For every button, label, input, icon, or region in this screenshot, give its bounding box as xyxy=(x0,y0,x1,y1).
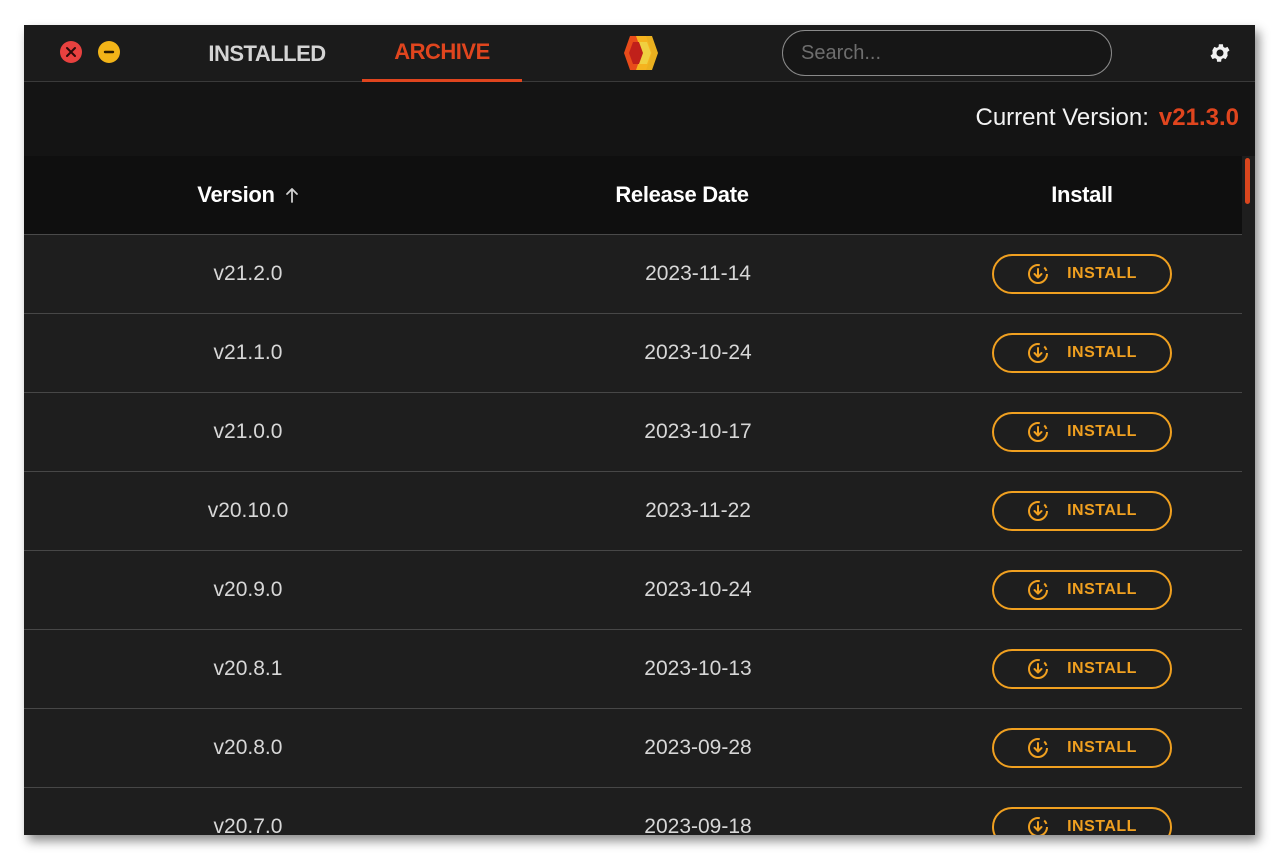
install-cell: INSTALL xyxy=(892,630,1255,708)
table-row: v20.7.0 2023-09-18 INSTALL xyxy=(24,788,1242,835)
release-date-cell: 2023-10-17 xyxy=(644,420,752,443)
release-date-cell: 2023-09-18 xyxy=(644,815,752,835)
install-button-label: INSTALL xyxy=(1067,739,1137,756)
app-logo xyxy=(624,36,658,70)
close-icon xyxy=(66,47,76,57)
release-date-cell: 2023-09-28 xyxy=(644,736,752,759)
table-row: v20.8.1 2023-10-13 INSTALL xyxy=(24,630,1242,709)
version-strip: Current Version: v21.3.0 xyxy=(24,82,1255,156)
version-cell: v21.1.0 xyxy=(213,341,283,364)
tab-archive[interactable]: ARCHIVE xyxy=(362,25,522,82)
table-row: v20.8.0 2023-09-28 INSTALL xyxy=(24,709,1242,788)
install-button[interactable]: INSTALL xyxy=(992,491,1172,531)
version-cell: v20.9.0 xyxy=(213,578,283,601)
version-cell: v21.0.0 xyxy=(213,420,283,443)
release-date-cell: 2023-11-14 xyxy=(645,262,751,285)
install-cell: INSTALL xyxy=(892,314,1255,392)
install-button[interactable]: INSTALL xyxy=(992,412,1172,452)
column-header-install: Install xyxy=(1051,182,1113,207)
current-version-number: v21.3.0 xyxy=(1158,104,1239,131)
download-icon xyxy=(1027,816,1049,835)
version-cell: v20.10.0 xyxy=(207,499,289,522)
table-row: v20.9.0 2023-10-24 INSTALL xyxy=(24,551,1242,630)
install-button[interactable]: INSTALL xyxy=(992,254,1172,294)
release-date-cell: 2023-10-13 xyxy=(644,657,752,680)
app-window: INSTALLED ARCHIVE Current Version: v21.3.… xyxy=(24,25,1255,835)
download-icon xyxy=(1027,737,1049,759)
install-cell: INSTALL xyxy=(892,788,1255,835)
table-row: v21.1.0 2023-10-24 INSTALL xyxy=(24,314,1242,393)
install-cell: INSTALL xyxy=(892,709,1255,787)
install-button-label: INSTALL xyxy=(1067,660,1137,677)
install-cell: INSTALL xyxy=(892,551,1255,629)
version-cell: v20.8.0 xyxy=(213,736,283,759)
release-date-cell: 2023-10-24 xyxy=(644,578,752,601)
current-version: Current Version: v21.3.0 xyxy=(976,104,1240,132)
install-cell: INSTALL xyxy=(892,235,1255,313)
table-header: Version Release Date Install xyxy=(24,156,1242,235)
column-header-release-date: Release Date xyxy=(615,182,749,207)
install-button[interactable]: INSTALL xyxy=(992,333,1172,373)
download-icon xyxy=(1027,421,1049,443)
scrollbar-thumb[interactable] xyxy=(1245,158,1250,204)
install-button-label: INSTALL xyxy=(1067,265,1137,282)
install-button[interactable]: INSTALL xyxy=(992,649,1172,689)
version-cell: v21.2.0 xyxy=(213,262,283,285)
install-cell: INSTALL xyxy=(892,393,1255,471)
download-icon xyxy=(1027,500,1049,522)
release-date-cell: 2023-11-22 xyxy=(645,499,751,522)
install-cell: INSTALL xyxy=(892,472,1255,550)
top-bar: INSTALLED ARCHIVE xyxy=(24,25,1255,82)
download-icon xyxy=(1027,263,1049,285)
tab-installed[interactable]: INSTALLED xyxy=(192,25,342,82)
sort-ascending-icon xyxy=(285,186,299,204)
download-icon xyxy=(1027,658,1049,680)
version-cell: v20.7.0 xyxy=(213,815,283,835)
table-row: v21.0.0 2023-10-17 INSTALL xyxy=(24,393,1242,472)
install-button-label: INSTALL xyxy=(1067,581,1137,598)
table-row: v20.10.0 2023-11-22 INSTALL xyxy=(24,472,1242,551)
version-cell: v20.8.1 xyxy=(213,657,283,680)
current-version-label: Current Version: xyxy=(975,104,1149,131)
close-button[interactable] xyxy=(60,41,82,63)
version-list: v21.2.0 2023-11-14 INSTALL v21.1.0 2023-… xyxy=(24,235,1242,835)
release-date-cell: 2023-10-24 xyxy=(644,341,752,364)
search-input[interactable] xyxy=(782,30,1112,76)
column-header-version-label: Version xyxy=(197,182,275,207)
install-button[interactable]: INSTALL xyxy=(992,728,1172,768)
scrollbar-track[interactable] xyxy=(1242,156,1255,835)
install-button-label: INSTALL xyxy=(1067,423,1137,440)
install-button-label: INSTALL xyxy=(1067,502,1137,519)
minimize-icon xyxy=(103,50,115,54)
install-button-label: INSTALL xyxy=(1067,344,1137,361)
install-button[interactable]: INSTALL xyxy=(992,807,1172,835)
download-icon xyxy=(1027,342,1049,364)
gear-icon[interactable] xyxy=(1208,41,1232,65)
column-header-version[interactable]: Version xyxy=(24,156,472,234)
install-button[interactable]: INSTALL xyxy=(992,570,1172,610)
minimize-button[interactable] xyxy=(98,41,120,63)
install-button-label: INSTALL xyxy=(1067,818,1137,835)
table-row: v21.2.0 2023-11-14 INSTALL xyxy=(24,235,1242,314)
download-icon xyxy=(1027,579,1049,601)
